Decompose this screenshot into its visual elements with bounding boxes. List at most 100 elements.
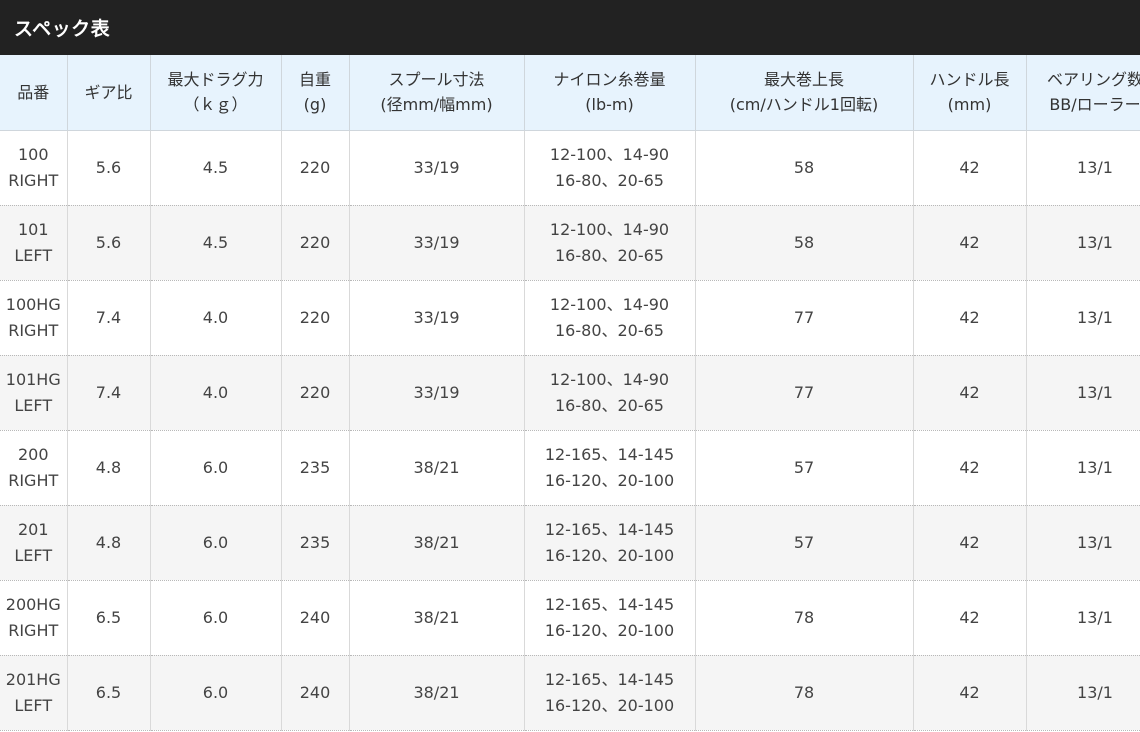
cell-line: 201 <box>17 519 49 539</box>
spec-table: 品番 ギア比 最大ドラグ力 （ｋｇ） 自重 (g) スプール寸法 (径mm/幅mm) ナイロン糸… <box>0 55 1140 731</box>
cell-drag: 4.5 <box>150 130 282 206</box>
cell-line: 12-100、14-90 16-80、20-65 <box>524 355 696 431</box>
cell-line: スプール寸法 <box>388 70 485 90</box>
cell-gear: 4.8 <box>67 430 151 506</box>
cell-handle: 42 <box>913 580 1027 656</box>
cell-drag: 6.0 <box>150 580 282 656</box>
cell-line: 200HG <box>5 594 61 614</box>
cell-retrieve: 57 <box>695 430 914 506</box>
table-row: 200 RIGHT 4.8 6.0 235 38/21 12-165、14-145 16-12… <box>0 430 1140 506</box>
cell-bearing: 13/1 <box>1026 430 1140 506</box>
cell-line: 100 <box>17 144 49 164</box>
table-row: 100HG RIGHT 7.4 4.0 220 33/19 12-100、14-90 16-8… <box>0 280 1140 356</box>
table-row: 101HG LEFT 7.4 4.0 220 33/19 12-100、14-90 16-80… <box>0 355 1140 431</box>
cell-spool: 33/19 <box>349 130 525 206</box>
cell-gear: 7.4 <box>67 355 151 431</box>
cell-model: 100 RIGHT <box>0 130 68 206</box>
cell-line: (g) <box>303 95 327 115</box>
cell-line: 12-165、14-145 16-120、20-100 <box>524 430 696 506</box>
cell-retrieve: 78 <box>695 655 914 731</box>
spec-table-body: 100 RIGHT 5.6 4.5 220 33/19 12-100、14-90 16-80、… <box>0 130 1140 731</box>
cell-line: LEFT <box>14 545 53 565</box>
cell-line: LEFT <box>14 695 53 715</box>
cell-line: 16-80、20-65 <box>555 395 664 415</box>
header-handle-length: ハンドル長 (mm) <box>913 55 1027 131</box>
cell-line: 12-100、14-90 16-80、20-65 <box>524 280 696 356</box>
cell-weight: 240 <box>281 655 350 731</box>
cell-line: 200 <box>17 444 49 464</box>
header-bearings: ベアリング数 BB/ローラー <box>1026 55 1140 131</box>
cell-line: 16-120、20-100 <box>544 695 675 715</box>
table-row: 100 RIGHT 5.6 4.5 220 33/19 12-100、14-90 16-80、… <box>0 130 1140 206</box>
cell-line: 最大巻上長 <box>763 70 844 90</box>
cell-line: 201HG <box>5 669 61 689</box>
cell-line: 16-80、20-65 <box>555 170 664 190</box>
cell-weight: 220 <box>281 355 350 431</box>
cell-line: 12-165、14-145 <box>544 669 675 689</box>
cell-model: 200HG RIGHT <box>0 580 68 656</box>
header-nylon-capacity: ナイロン糸巻量 (lb-m) <box>524 55 696 131</box>
cell-handle: 42 <box>913 205 1027 281</box>
cell-line: 12-100、14-90 <box>549 219 670 239</box>
cell-line: 12-165、14-145 16-120、20-100 <box>524 580 696 656</box>
cell-spool: 38/21 <box>349 505 525 581</box>
cell-model: 201 LEFT <box>0 505 68 581</box>
cell-line: 12-165、14-145 <box>544 444 675 464</box>
cell-model: 100HG RIGHT <box>0 280 68 356</box>
cell-line: 101 <box>17 219 49 239</box>
cell-line: 16-80、20-65 <box>555 320 664 340</box>
cell-retrieve: 78 <box>695 580 914 656</box>
cell-spool: 33/19 <box>349 205 525 281</box>
cell-line: 16-120、20-100 <box>544 545 675 565</box>
cell-line: 16-120、20-100 <box>544 620 675 640</box>
cell-line: 101HG <box>5 369 61 389</box>
cell-weight: 220 <box>281 205 350 281</box>
cell-weight: 240 <box>281 580 350 656</box>
cell-line: 12-100、14-90 <box>549 369 670 389</box>
cell-spool: 38/21 <box>349 580 525 656</box>
cell-model: 101 LEFT <box>0 205 68 281</box>
cell-model: 101HG LEFT <box>0 355 68 431</box>
cell-gear: 5.6 <box>67 130 151 206</box>
cell-drag: 6.0 <box>150 430 282 506</box>
cell-handle: 42 <box>913 130 1027 206</box>
table-row: 201 LEFT 4.8 6.0 235 38/21 12-165、14-145 16-120… <box>0 505 1140 581</box>
cell-line: 12-165、14-145 16-120、20-100 <box>524 655 696 731</box>
cell-weight: 220 <box>281 130 350 206</box>
cell-line: 12-165、14-145 <box>544 519 675 539</box>
cell-gear: 6.5 <box>67 655 151 731</box>
cell-line: （ｋｇ） <box>183 95 248 115</box>
cell-gear: 6.5 <box>67 580 151 656</box>
cell-line: 16-120、20-100 <box>544 470 675 490</box>
cell-line: RIGHT <box>8 320 59 340</box>
cell-line: 12-100、14-90 <box>549 144 670 164</box>
cell-line: BB/ローラー <box>1049 95 1140 115</box>
spec-table-title-bar: スペック表 <box>0 0 1140 55</box>
cell-line: 自重 <box>298 70 331 90</box>
cell-model: 200 RIGHT <box>0 430 68 506</box>
header-spool-size: スプール寸法 (径mm/幅mm) <box>349 55 525 131</box>
cell-line: ナイロン糸巻量 <box>553 70 666 90</box>
cell-gear: 5.6 <box>67 205 151 281</box>
header-model: 品番 <box>0 55 68 131</box>
cell-drag: 6.0 <box>150 655 282 731</box>
cell-line: 12-165、14-145 <box>544 594 675 614</box>
cell-line: 100HG <box>5 294 61 314</box>
cell-bearing: 13/1 <box>1026 205 1140 281</box>
table-row: 201HG LEFT 6.5 6.0 240 38/21 12-165、14-145 16-1… <box>0 655 1140 731</box>
cell-line: LEFT <box>14 395 53 415</box>
cell-line: LEFT <box>14 245 53 265</box>
page-title: スペック表 <box>14 18 111 40</box>
cell-spool: 38/21 <box>349 655 525 731</box>
cell-line: (lb-m) <box>585 95 634 115</box>
header-weight: 自重 (g) <box>281 55 350 131</box>
cell-retrieve: 57 <box>695 505 914 581</box>
cell-spool: 33/19 <box>349 280 525 356</box>
cell-weight: 235 <box>281 505 350 581</box>
cell-line: RIGHT <box>8 470 59 490</box>
cell-spool: 38/21 <box>349 430 525 506</box>
cell-drag: 4.0 <box>150 355 282 431</box>
cell-line: 12-100、14-90 16-80、20-65 <box>524 205 696 281</box>
table-row: 101 LEFT 5.6 4.5 220 33/19 12-100、14-90 16-80、2… <box>0 205 1140 281</box>
cell-handle: 42 <box>913 430 1027 506</box>
